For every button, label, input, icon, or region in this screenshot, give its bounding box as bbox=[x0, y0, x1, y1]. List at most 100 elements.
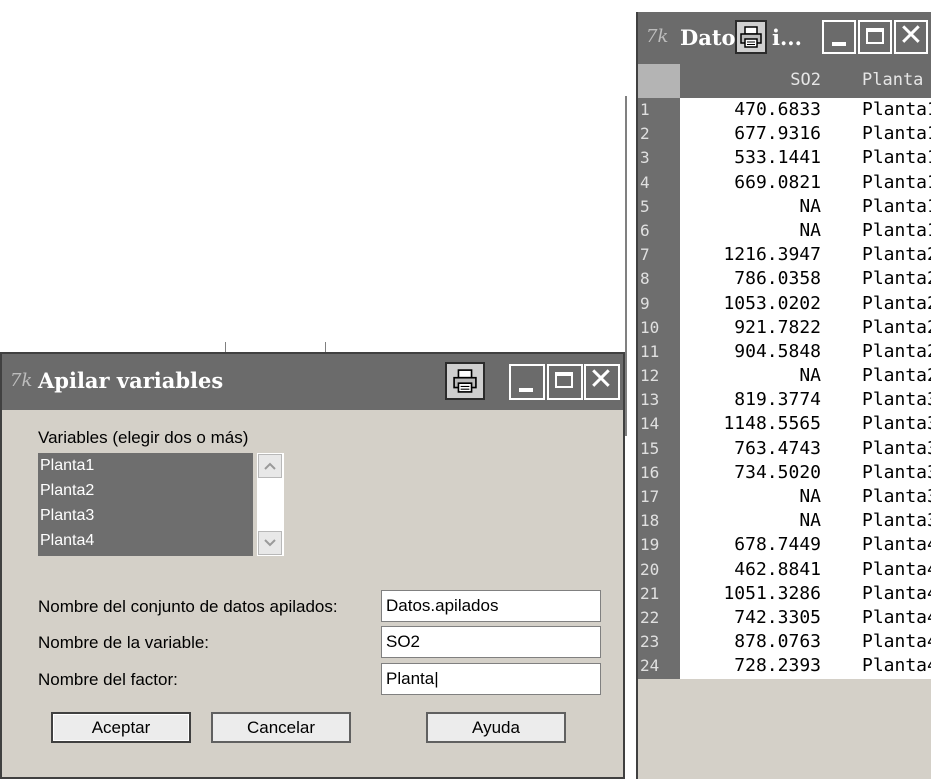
dialog-title: Apilar variables bbox=[38, 368, 224, 393]
scroll-up-button[interactable] bbox=[258, 454, 282, 478]
variables-listbox[interactable]: Planta1 Planta2 Planta3 Planta4 bbox=[38, 453, 253, 556]
cell-so2[interactable]: 763.4743 bbox=[734, 437, 821, 461]
maximize-button[interactable] bbox=[547, 364, 583, 400]
cell-so2[interactable]: NA bbox=[799, 485, 821, 509]
cell-so2[interactable]: NA bbox=[799, 219, 821, 243]
cell-planta[interactable]: Planta4 bbox=[862, 606, 931, 630]
list-item[interactable]: Planta2 bbox=[38, 478, 253, 503]
cell-so2[interactable]: NA bbox=[799, 364, 821, 388]
cell-so2[interactable]: NA bbox=[799, 195, 821, 219]
scroll-down-button[interactable] bbox=[258, 531, 282, 555]
row-number: 20 bbox=[638, 557, 680, 582]
cell-planta[interactable]: Planta1 bbox=[862, 122, 931, 146]
cell-planta[interactable]: Planta1 bbox=[862, 219, 931, 243]
printer-icon bbox=[453, 369, 477, 393]
variable-name-field[interactable]: SO2 bbox=[381, 626, 601, 658]
cell-planta[interactable]: Planta4 bbox=[862, 558, 931, 582]
cell-so2[interactable]: 904.5848 bbox=[734, 340, 821, 364]
row-number: 6 bbox=[638, 218, 680, 244]
data-viewer-titlebar[interactable]: 7k Datos i... ✕ bbox=[638, 12, 931, 64]
row-number: 12 bbox=[638, 364, 680, 389]
cell-planta[interactable]: Planta2 bbox=[862, 340, 931, 364]
help-button[interactable]: Ayuda bbox=[426, 712, 566, 743]
factor-name-label: Nombre del factor: bbox=[38, 670, 178, 689]
cell-planta[interactable]: Planta3 bbox=[862, 461, 931, 485]
dataset-name-field[interactable]: Datos.apilados bbox=[381, 590, 601, 622]
cell-planta[interactable]: Planta1 bbox=[862, 171, 931, 195]
cell-so2[interactable]: 533.1441 bbox=[734, 146, 821, 170]
row-number: 2 bbox=[638, 122, 680, 147]
row-number: 1 bbox=[638, 98, 680, 123]
ok-button[interactable]: Aceptar bbox=[51, 712, 191, 743]
cell-planta[interactable]: Planta3 bbox=[862, 437, 931, 461]
cell-planta[interactable]: Planta3 bbox=[862, 412, 931, 436]
column-header-so2[interactable]: SO2 bbox=[790, 70, 821, 90]
list-item[interactable]: Planta4 bbox=[38, 528, 253, 553]
cell-so2[interactable]: 819.3774 bbox=[734, 388, 821, 412]
data-viewer-title-tail: i... bbox=[772, 25, 802, 50]
row-number: 9 bbox=[638, 291, 680, 316]
minimize-button[interactable] bbox=[822, 20, 856, 54]
cell-so2[interactable]: 1051.3286 bbox=[723, 582, 821, 606]
column-headers: SO2 Planta bbox=[680, 64, 931, 98]
data-table-header: SO2 Planta bbox=[638, 64, 931, 98]
cell-planta[interactable]: Planta1 bbox=[862, 98, 931, 122]
cell-planta[interactable]: Planta4 bbox=[862, 630, 931, 654]
print-button[interactable] bbox=[735, 20, 767, 54]
cell-so2[interactable]: 1216.3947 bbox=[723, 243, 821, 267]
cancel-button[interactable]: Cancelar bbox=[211, 712, 351, 743]
row-cells: 728.2393 Planta4 bbox=[680, 654, 931, 679]
cell-so2[interactable]: 728.2393 bbox=[734, 654, 821, 678]
cell-planta[interactable]: Planta2 bbox=[862, 364, 931, 388]
cell-planta[interactable]: Planta1 bbox=[862, 146, 931, 170]
cell-so2[interactable]: 1148.5565 bbox=[723, 412, 821, 436]
cell-planta[interactable]: Planta2 bbox=[862, 267, 931, 291]
close-button[interactable]: ✕ bbox=[584, 362, 620, 400]
minimize-button[interactable] bbox=[509, 364, 545, 400]
factor-name-field[interactable]: Planta| bbox=[381, 663, 601, 695]
row-cells: 734.5020 Planta3 bbox=[680, 460, 931, 485]
cell-planta[interactable]: Planta4 bbox=[862, 533, 931, 557]
dialog-titlebar[interactable]: 7k Apilar variables ✕ bbox=[2, 354, 623, 410]
cell-so2[interactable]: 669.0821 bbox=[734, 171, 821, 195]
background-window-edge bbox=[325, 342, 326, 352]
cell-planta[interactable]: Planta2 bbox=[862, 243, 931, 267]
cell-so2[interactable]: 678.7449 bbox=[734, 533, 821, 557]
cell-planta[interactable]: Planta1 bbox=[862, 195, 931, 219]
variables-scrollbar[interactable] bbox=[257, 453, 284, 556]
cell-planta[interactable]: Planta4 bbox=[862, 654, 931, 678]
row-cells: 819.3774 Planta3 bbox=[680, 388, 931, 413]
cell-so2[interactable]: 742.3305 bbox=[734, 606, 821, 630]
cell-so2[interactable]: 1053.0202 bbox=[723, 292, 821, 316]
table-row: 2 677.9316 Planta1 bbox=[638, 122, 931, 147]
cell-planta[interactable]: Planta2 bbox=[862, 316, 931, 340]
cell-so2[interactable]: 462.8841 bbox=[734, 558, 821, 582]
cell-so2[interactable]: NA bbox=[799, 509, 821, 533]
maximize-button[interactable] bbox=[858, 20, 892, 54]
table-row: 8 786.0358 Planta2 bbox=[638, 267, 931, 292]
cell-so2[interactable]: 921.7822 bbox=[734, 316, 821, 340]
data-table-body: 1 470.6833 Planta1 2 677.9316 Planta1 3 533.144… bbox=[638, 98, 931, 679]
cell-so2[interactable]: 677.9316 bbox=[734, 122, 821, 146]
column-header-planta[interactable]: Planta bbox=[862, 70, 923, 90]
row-cells: 1051.3286 Planta4 bbox=[680, 581, 931, 606]
cell-so2[interactable]: 734.5020 bbox=[734, 461, 821, 485]
table-row: 24 728.2393 Planta4 bbox=[638, 654, 931, 679]
list-item[interactable]: Planta1 bbox=[38, 453, 253, 478]
cell-planta[interactable]: Planta3 bbox=[862, 485, 931, 509]
row-cells: 921.7822 Planta2 bbox=[680, 315, 931, 340]
print-button[interactable] bbox=[445, 362, 485, 400]
ok-button-label: Aceptar bbox=[91, 718, 151, 737]
cell-planta[interactable]: Planta2 bbox=[862, 292, 931, 316]
list-item[interactable]: Planta3 bbox=[38, 503, 253, 528]
row-cells: NA Planta1 bbox=[680, 194, 931, 219]
cell-planta[interactable]: Planta3 bbox=[862, 388, 931, 412]
cell-so2[interactable]: 470.6833 bbox=[734, 98, 821, 122]
close-button[interactable]: ✕ bbox=[894, 18, 928, 54]
cell-so2[interactable]: 878.0763 bbox=[734, 630, 821, 654]
table-row: 1 470.6833 Planta1 bbox=[638, 98, 931, 123]
cell-planta[interactable]: Planta3 bbox=[862, 509, 931, 533]
cell-planta[interactable]: Planta4 bbox=[862, 582, 931, 606]
cell-so2[interactable]: 786.0358 bbox=[734, 267, 821, 291]
table-row: 18 NA Planta3 bbox=[638, 509, 931, 534]
